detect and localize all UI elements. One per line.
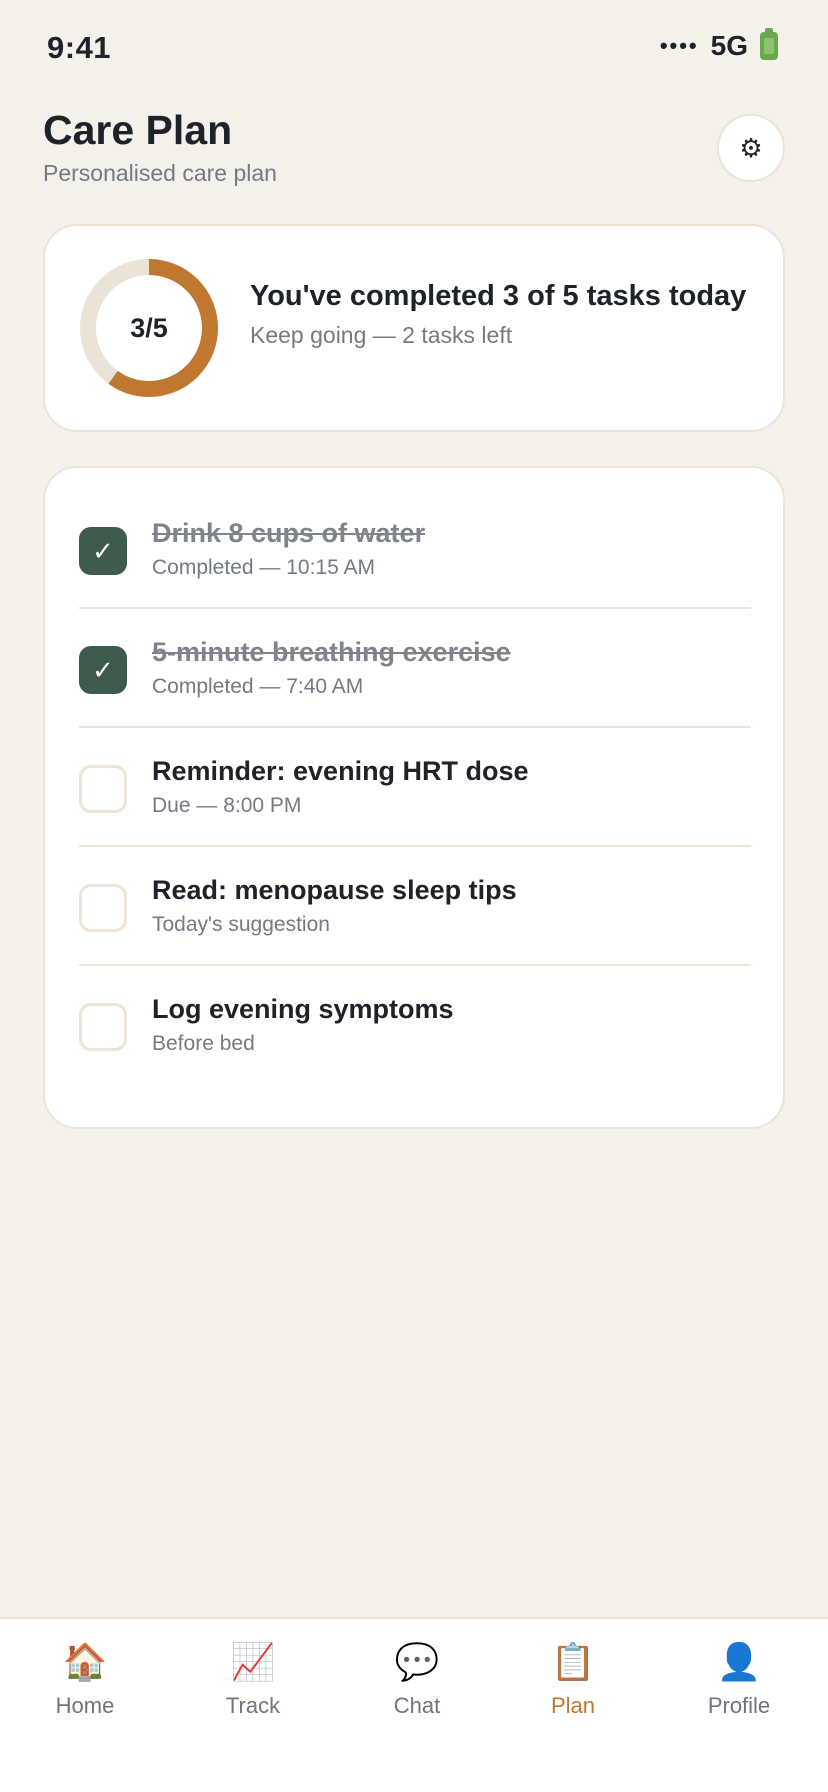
tab-label: Home <box>55 1693 115 1718</box>
summary-title: You've completed 3 of 5 tasks today <box>250 280 747 312</box>
tab-label: Plan <box>550 1693 596 1718</box>
task-text: Read: menopause sleep tips Today's sugge… <box>152 873 742 937</box>
task-text: Log evening symptoms Before bed <box>152 992 742 1056</box>
tab-home[interactable]: 🏠 Home <box>15 1639 155 1719</box>
clipboard-icon: 📋 <box>550 1641 596 1682</box>
task-checkbox[interactable] <box>79 1003 127 1051</box>
task-text: Reminder: evening HRT dose Due — 8:00 PM <box>152 754 742 818</box>
page-subtitle: Personalised care plan <box>43 160 277 186</box>
progress-summary-card: 3/5 You've completed 3 of 5 tasks today … <box>43 224 785 432</box>
task-meta: Due — 8:00 PM <box>152 794 302 817</box>
chat-icon: 💬 <box>394 1641 440 1682</box>
task-text: 5-minute breathing exercise Completed — … <box>152 635 742 699</box>
task-row[interactable]: Reminder: evening HRT dose Due — 8:00 PM <box>79 728 751 847</box>
task-title: Read: menopause sleep tips <box>152 875 517 905</box>
network-label: 5G <box>710 30 748 61</box>
task-meta: Before bed <box>152 1032 255 1055</box>
summary-text: You've completed 3 of 5 tasks today Keep… <box>250 278 750 349</box>
summary-subtitle: Keep going — 2 tasks left <box>250 322 513 348</box>
tab-label: Track <box>225 1693 281 1718</box>
tab-plan[interactable]: 📋 Plan <box>503 1639 643 1719</box>
home-icon: 🏠 <box>62 1641 108 1682</box>
task-row[interactable]: ✓ Drink 8 cups of water Completed — 10:1… <box>79 490 751 609</box>
task-row[interactable]: ✓ 5-minute breathing exercise Completed … <box>79 609 751 728</box>
signal-icon: •••• <box>659 33 699 58</box>
task-meta: Completed — 10:15 AM <box>152 556 375 579</box>
checkmark-icon: ✓ <box>92 535 114 566</box>
status-bar: 9:41 •••• 5G <box>0 0 828 96</box>
task-checkbox[interactable]: ✓ <box>79 646 127 694</box>
task-title: 5-minute breathing exercise <box>152 637 511 667</box>
battery-icon <box>760 28 778 60</box>
checkmark-icon: ✓ <box>92 654 114 685</box>
status-indicators: •••• 5G <box>659 28 778 62</box>
tab-track[interactable]: 📈 Track <box>183 1639 323 1719</box>
task-title: Log evening symptoms <box>152 994 454 1024</box>
progress-ring-label: 3/5 <box>130 312 168 343</box>
task-list-card: ✓ Drink 8 cups of water Completed — 10:1… <box>43 466 785 1129</box>
task-title: Reminder: evening HRT dose <box>152 756 529 786</box>
task-text: Drink 8 cups of water Completed — 10:15 … <box>152 516 742 580</box>
profile-icon: 👤 <box>716 1641 762 1682</box>
task-meta: Today's suggestion <box>152 913 330 936</box>
tab-bar: 🏠 Home 📈 Track 💬 Chat 📋 Plan 👤 Profile <box>0 1617 828 1792</box>
tab-profile[interactable]: 👤 Profile <box>669 1639 809 1719</box>
task-row[interactable]: Log evening symptoms Before bed <box>79 966 751 1085</box>
task-checkbox[interactable]: ✓ <box>79 527 127 575</box>
task-checkbox[interactable] <box>79 884 127 932</box>
task-meta: Completed — 7:40 AM <box>152 675 364 698</box>
task-checkbox[interactable] <box>79 765 127 813</box>
tab-label: Profile <box>707 1693 771 1718</box>
tab-label: Chat <box>393 1693 441 1718</box>
page-title: Care Plan <box>43 107 233 153</box>
task-title: Drink 8 cups of water <box>152 518 426 548</box>
care-plan-screen: 9:41 •••• 5G Care Plan Personalised care… <box>0 0 828 1792</box>
status-time: 9:41 <box>47 30 112 65</box>
gear-icon: ⚙ <box>739 132 763 163</box>
tab-chat[interactable]: 💬 Chat <box>347 1639 487 1719</box>
chart-icon: 📈 <box>230 1641 276 1682</box>
task-list: ✓ Drink 8 cups of water Completed — 10:1… <box>79 490 751 1085</box>
page-header: Care Plan Personalised care plan ⚙ <box>43 104 785 194</box>
settings-button[interactable]: ⚙ <box>717 114 785 182</box>
task-row[interactable]: Read: menopause sleep tips Today's sugge… <box>79 847 751 966</box>
